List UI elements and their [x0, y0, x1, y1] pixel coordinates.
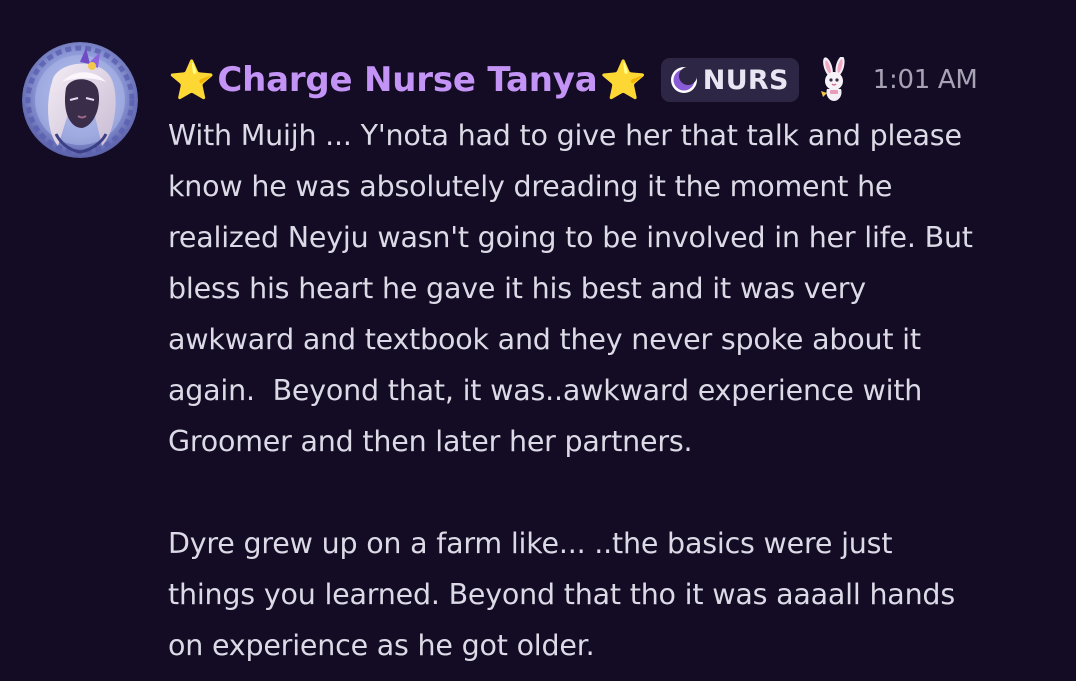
star-prefix: ⭐: [168, 58, 216, 102]
star-suffix: ⭐: [599, 58, 647, 102]
user-avatar[interactable]: [22, 42, 138, 158]
message-line: realized Neyju wasn't going to be involv…: [168, 221, 973, 254]
message-line: Groomer and then later her partners.: [168, 425, 693, 458]
crescent-moon-icon: [669, 65, 699, 95]
message-line: know he was absolutely dreading it the m…: [168, 170, 893, 203]
username[interactable]: Charge Nurse Tanya: [217, 60, 597, 100]
message-content: With Muijh ... Y'nota had to give her th…: [168, 110, 1068, 671]
chat-message: ⭐ Charge Nurse Tanya ⭐ NURS 1:01 AM With…: [0, 0, 1076, 681]
message-line: awkward and textbook and they never spok…: [168, 323, 921, 356]
message-timestamp[interactable]: 1:01 AM: [873, 65, 978, 95]
paragraph-break: [168, 467, 1068, 518]
message-line: on experience as he got older.: [168, 629, 595, 662]
bunny-mascot-icon: [813, 56, 853, 103]
message-line: again. Beyond that, it was..awkward expe…: [168, 374, 923, 407]
message-line: With Muijh ... Y'nota had to give her th…: [168, 119, 962, 152]
message-line: bless his heart he gave it his best and …: [168, 272, 866, 305]
message-line: things you learned. Beyond that tho it w…: [168, 578, 955, 611]
role-tag-label: NURS: [702, 64, 789, 96]
message-line: Dyre grew up on a farm like... ..the bas…: [168, 527, 893, 560]
role-tag[interactable]: NURS: [660, 58, 799, 102]
message-header: ⭐ Charge Nurse Tanya ⭐ NURS 1:01 AM: [168, 52, 978, 108]
